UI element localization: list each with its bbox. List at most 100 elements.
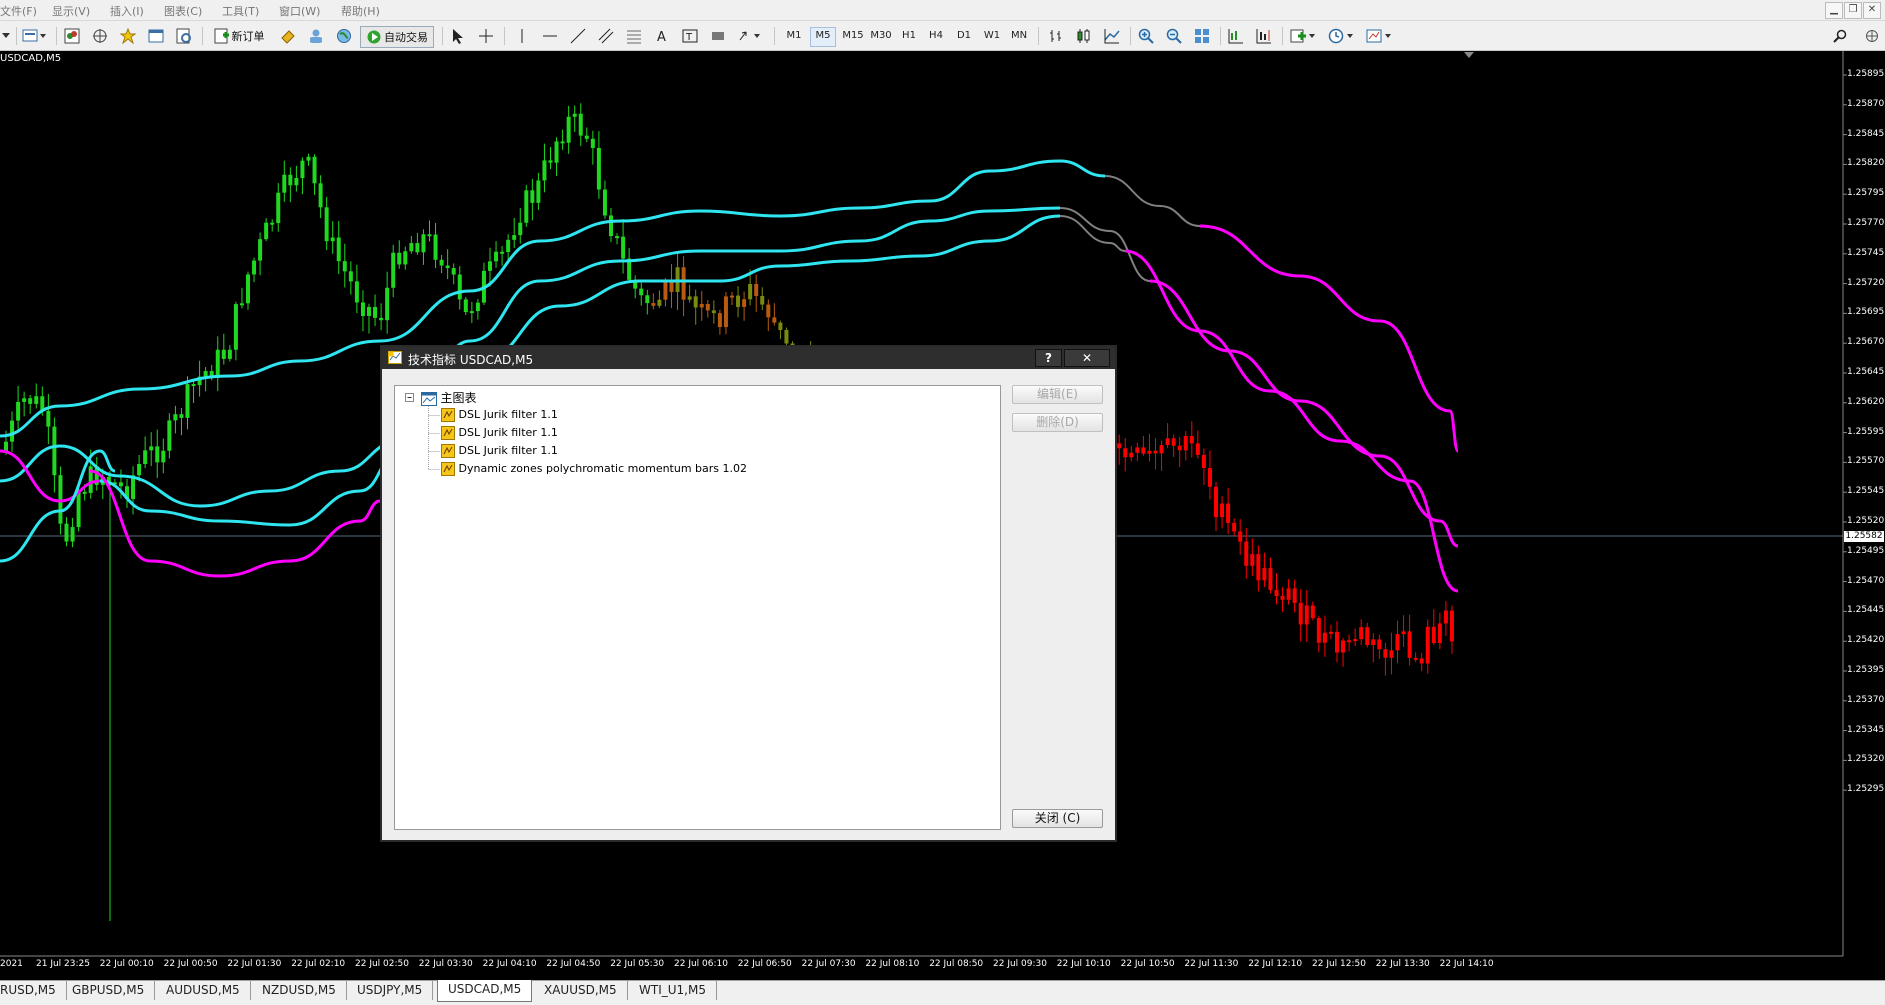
close-button[interactable]: 关闭 (C) [1012,809,1103,828]
candle [1443,600,1448,636]
dialog-titlebar[interactable]: 技术指标 USDCAD,M5 ? ✕ [382,347,1115,369]
timeframe-h1[interactable]: H1 [897,27,921,45]
bar-chart-icon[interactable] [1046,26,1066,46]
edit-button[interactable]: 编辑(E) [1012,385,1103,404]
price-axis-label: 1.25395 [1847,665,1885,675]
candle [1135,442,1140,462]
text-label-icon[interactable]: T [680,26,700,46]
auto-trading-button[interactable]: 自动交易 [360,26,434,48]
fibonacci-icon[interactable] [624,26,644,46]
menu-tools[interactable]: 工具(T) [222,3,259,19]
candle [669,264,674,308]
trendline-icon[interactable] [568,26,588,46]
timeframe-m30[interactable]: M30 [866,27,896,45]
indicators-menu-icon[interactable] [1288,26,1318,46]
menu-view[interactable]: 显示(V) [52,3,90,19]
line-chart-icon[interactable] [1102,26,1122,46]
menu-charts[interactable]: 图表(C) [164,3,202,19]
candlestick-chart-icon[interactable] [1074,26,1094,46]
menu-insert[interactable]: 插入(I) [110,3,144,19]
equidistant-channel-icon[interactable] [596,26,616,46]
chart-tab[interactable]: XAUUSD,M5 [534,981,628,1000]
toolbar-separator [1038,27,1039,45]
chart-shift-marker[interactable] [1464,52,1474,58]
rectangle-label-icon[interactable] [708,26,728,46]
tree-item-indicator[interactable]: Dynamic zones polychromatic momentum bar… [441,462,747,476]
accounts-icon[interactable] [306,26,326,46]
chart-shift-icon[interactable] [1254,26,1274,46]
menu-help[interactable]: 帮助(H) [341,3,380,19]
candle [1214,481,1218,532]
candle [554,137,559,177]
horizontal-line-icon[interactable] [540,26,560,46]
candle [1413,652,1418,663]
new-order-button[interactable]: 新订单 [208,26,270,46]
time-axis-label: 22 Jul 02:50 [355,959,409,969]
vertical-line-icon[interactable] [514,26,530,46]
chart-tab[interactable]: RUSD,M5 [0,981,67,1000]
timeframe-m15[interactable]: M15 [838,27,868,45]
time-axis-label: 22 Jul 12:10 [1248,959,1303,969]
minimize-icon[interactable]: ▁ [1825,2,1843,19]
templates-menu-icon[interactable] [1364,26,1394,46]
timeframe-m1[interactable]: M1 [782,27,806,45]
candle [711,300,716,324]
periodicity-menu-icon[interactable] [1326,26,1356,46]
candle [1159,440,1164,471]
chart-tab[interactable]: NZDUSD,M5 [252,981,347,1000]
timeframe-mn[interactable]: MN [1007,27,1031,45]
tree-item-indicator[interactable]: DSL Jurik filter 1.1 [441,444,558,458]
market-watch-icon[interactable] [62,26,82,46]
close-window-icon[interactable]: ✕ [1863,2,1881,19]
dialog-close-x-button[interactable]: ✕ [1064,349,1110,367]
strategy-tester-icon[interactable] [174,26,194,46]
restore-icon[interactable]: ❐ [1844,2,1862,19]
terminal-icon[interactable] [146,26,166,46]
favorites-icon[interactable] [118,26,138,46]
candle [723,292,728,335]
globe-icon[interactable] [334,26,354,46]
dropdown-arrow-icon[interactable] [0,26,12,46]
cursor-icon[interactable] [448,26,468,46]
candle [433,222,438,269]
delete-button[interactable]: 删除(D) [1012,413,1103,432]
timeframe-w1[interactable]: W1 [980,27,1004,45]
candle [578,103,583,147]
timeframe-h4[interactable]: H4 [924,27,948,45]
chart-tab[interactable]: USDCAD,M5 [437,980,533,1002]
tile-windows-icon[interactable] [1192,26,1212,46]
autoscroll-icon[interactable] [1226,26,1246,46]
metaeditor-icon[interactable] [278,26,298,46]
price-axis-label: 1.25520 [1847,516,1885,526]
chart-tab[interactable]: USDJPY,M5 [347,981,434,1000]
chart-tab[interactable]: WTI_U1,M5 [629,981,717,1000]
indicator-tree[interactable]: 主图表 DSL Jurik filter 1.1 DSL Jurik filte… [394,385,1001,830]
timeframe-d1[interactable]: D1 [952,27,976,45]
arrows-menu-icon[interactable] [736,26,764,46]
candle [318,175,323,218]
profiles-icon[interactable] [20,26,48,46]
crosshair-icon[interactable] [476,26,496,46]
chart-tab[interactable]: GBPUSD,M5 [62,981,156,1000]
navigator-icon[interactable] [90,26,110,46]
candle [64,517,69,547]
tree-root-main-chart[interactable]: 主图表 [421,389,477,406]
time-axis-label: 22 Jul 08:50 [929,959,984,969]
community-icon[interactable] [1862,26,1882,46]
zoom-in-icon[interactable] [1136,26,1156,46]
timeframe-m5[interactable]: M5 [810,27,836,47]
tree-item-indicator[interactable]: DSL Jurik filter 1.1 [441,426,558,440]
candle [742,291,747,321]
menu-file[interactable]: 文件(F) [0,3,37,19]
price-axis-label: 1.25495 [1847,545,1885,556]
menu-window[interactable]: 窗口(W) [279,3,320,19]
tree-item-indicator[interactable]: DSL Jurik filter 1.1 [441,408,558,422]
chart-tab[interactable]: AUDUSD,M5 [156,981,251,1000]
search-icon[interactable] [1830,26,1850,46]
zoom-out-icon[interactable] [1164,26,1184,46]
help-button[interactable]: ? [1035,349,1062,367]
toolbar-separator [774,27,775,45]
text-icon[interactable]: A [652,26,672,46]
candle [639,282,644,306]
candle [1377,634,1382,659]
